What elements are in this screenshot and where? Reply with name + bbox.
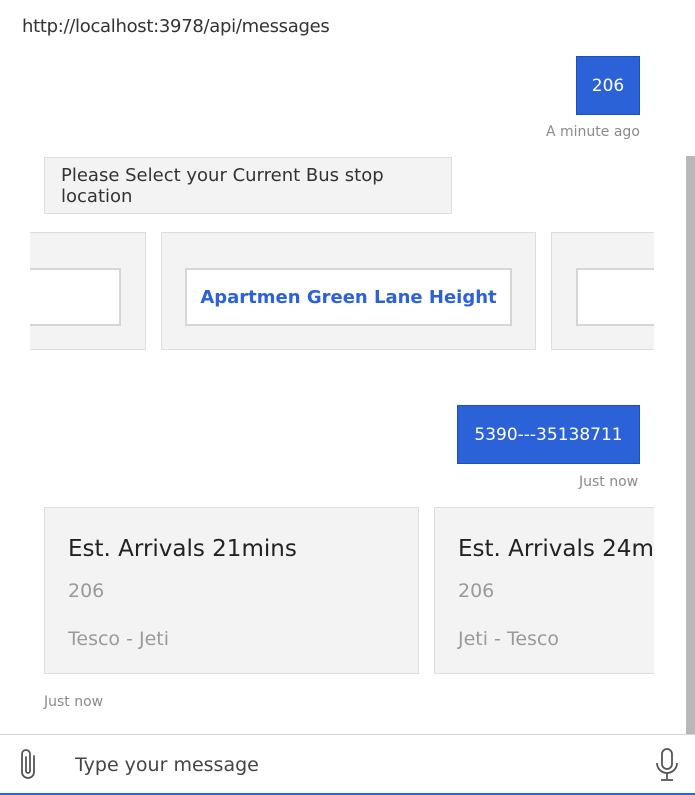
user-message-bubble: 206 (576, 56, 640, 115)
bot-message-bubble: Please Select your Current Bus stop loca… (44, 157, 452, 214)
bus-stop-card (551, 232, 654, 350)
arrival-route: 206 (68, 580, 105, 602)
arrivals-carousel[interactable]: Est. Arrivals 21mins 206 Tesco - Jeti Es… (44, 507, 654, 675)
bus-stop-card (30, 232, 146, 350)
message-timestamp: Just now (44, 694, 104, 710)
scrollbar[interactable] (686, 156, 695, 734)
message-input[interactable] (60, 745, 640, 785)
bus-stop-button[interactable] (30, 268, 121, 326)
arrival-direction: Tesco - Jeti (68, 628, 169, 650)
paperclip-icon[interactable] (12, 745, 48, 785)
arrival-title: Est. Arrivals 24mins (458, 536, 654, 562)
user-message-text: 5390---35138711 (474, 424, 623, 445)
bus-stop-button[interactable] (576, 268, 654, 326)
arrival-card[interactable]: Est. Arrivals 21mins 206 Tesco - Jeti (44, 507, 419, 674)
arrival-route: 206 (458, 580, 495, 602)
arrival-card[interactable]: Est. Arrivals 24mins 206 Jeti - Tesco (434, 507, 654, 674)
endpoint-url: http://localhost:3978/api/messages (22, 16, 330, 37)
bus-stop-button[interactable]: Apartmen Green Lane Height (185, 268, 512, 326)
user-message-text: 206 (591, 75, 625, 96)
microphone-icon[interactable] (649, 745, 685, 785)
arrival-direction: Jeti - Tesco (458, 628, 559, 650)
message-timestamp: Just now (579, 474, 639, 490)
arrival-title: Est. Arrivals 21mins (68, 536, 297, 562)
bus-stop-card: Apartmen Green Lane Height (161, 232, 536, 350)
bot-message-text: Please Select your Current Bus stop loca… (61, 164, 384, 207)
user-message-bubble: 5390---35138711 (457, 405, 640, 464)
message-timestamp: A minute ago (546, 124, 640, 140)
message-composer (0, 734, 695, 795)
bus-stop-carousel[interactable]: Apartmen Green Lane Height (30, 232, 654, 352)
